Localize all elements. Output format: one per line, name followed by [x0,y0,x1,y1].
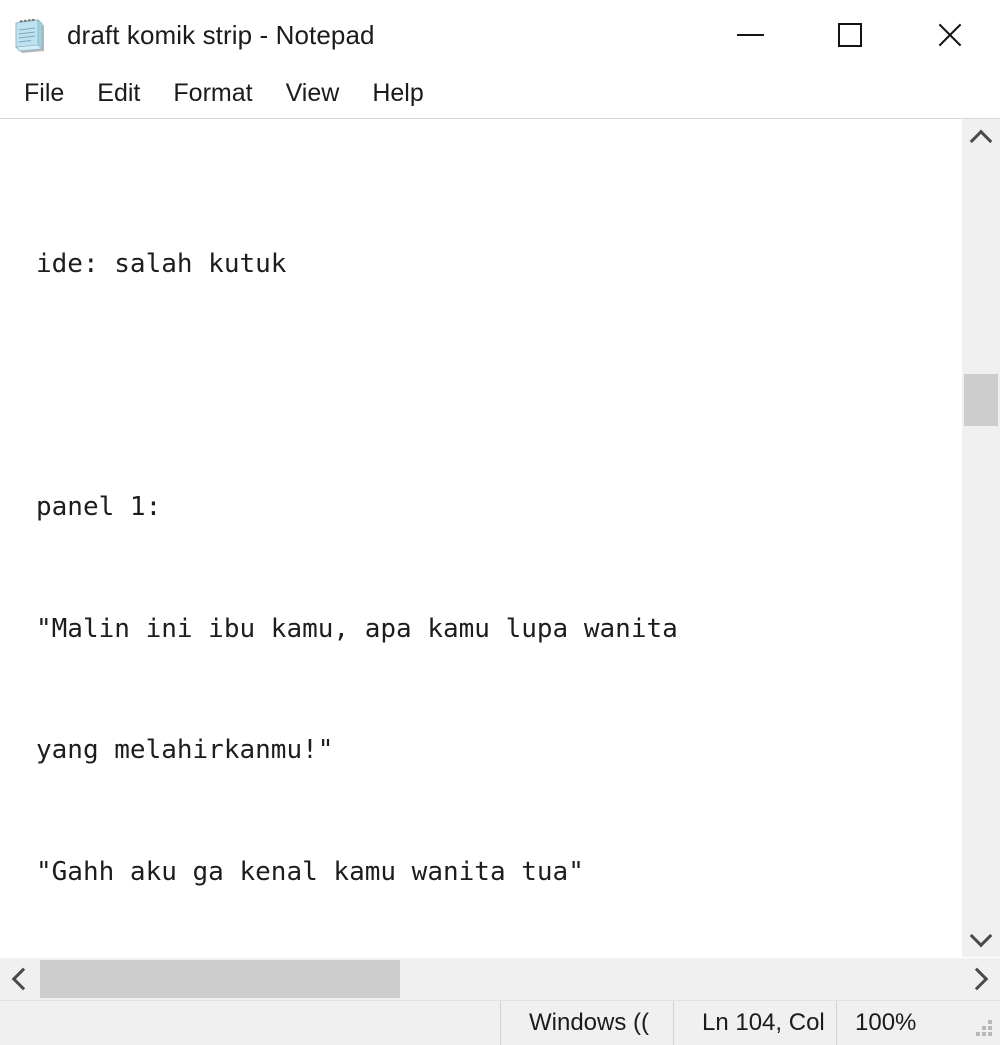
chevron-down-icon [969,924,993,947]
notepad-window: draft komik strip - Notepad File Edit Fo… [0,0,1000,1045]
status-bar-spacer [0,1001,500,1045]
text-line: panel 1: [36,492,162,522]
horizontal-scrollbar-thumb[interactable] [40,960,400,998]
text-line: ide: salah kutuk [36,249,287,279]
title-bar-left: draft komik strip - Notepad [0,0,375,70]
text-line: yang melahirkanmu!" [36,735,334,765]
status-bar: Windows (( Ln 104, Col 100% [0,1000,1000,1045]
status-encoding: Windows (( [500,1001,673,1045]
text-line: "Gahh aku ga kenal kamu wanita tua" [36,856,584,887]
close-icon [935,20,965,50]
window-title: draft komik strip - Notepad [67,19,375,50]
close-button[interactable] [900,0,1000,70]
vertical-scrollbar[interactable] [962,119,1000,957]
scroll-down-button[interactable] [962,919,1000,957]
chevron-right-icon [965,967,989,991]
window-controls [700,0,1000,70]
menu-item-file[interactable]: File [13,75,75,114]
title-bar[interactable]: draft komik strip - Notepad [0,0,1000,70]
text-line [36,366,962,407]
notepad-icon [13,18,47,54]
maximize-button[interactable] [800,0,900,70]
horizontal-scrollbar[interactable] [0,957,1000,1000]
chevron-up-icon [969,129,993,152]
editor-row: ide: salah kutuk panel 1: "Malin ini ibu… [0,119,1000,957]
minimize-icon [736,34,764,36]
vertical-scrollbar-thumb[interactable] [964,374,998,426]
text-editor[interactable]: ide: salah kutuk panel 1: "Malin ini ibu… [0,119,962,957]
scroll-left-button[interactable] [0,958,40,1000]
menu-item-help[interactable]: Help [361,75,434,114]
resize-grip-icon[interactable] [972,1018,994,1040]
maximize-icon [838,23,862,47]
text-line: "Malin ini ibu kamu, apa kamu lupa wanit… [36,613,678,644]
client-area: ide: salah kutuk panel 1: "Malin ini ibu… [0,118,1000,1000]
status-cursor-position: Ln 104, Col [673,1001,836,1045]
minimize-button[interactable] [700,0,800,70]
chevron-left-icon [11,967,35,991]
menu-bar: File Edit Format View Help [0,70,1000,118]
scroll-up-button[interactable] [962,119,1000,157]
scroll-right-button[interactable] [960,958,1000,1000]
menu-item-view[interactable]: View [275,75,351,114]
menu-item-edit[interactable]: Edit [86,75,151,114]
menu-item-format[interactable]: Format [162,75,263,114]
